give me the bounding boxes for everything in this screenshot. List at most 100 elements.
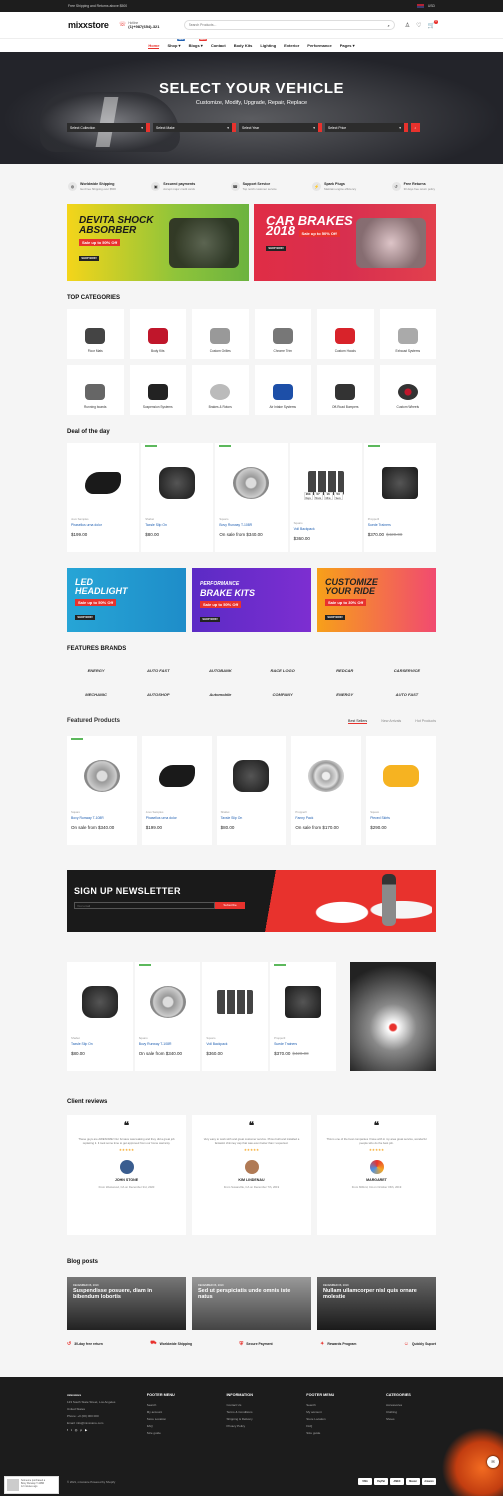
post-title[interactable]: Suspendisse posuere, diam in bibendum lo…: [73, 1288, 176, 1300]
product-card[interactable]: Jovo Samples Phasellus urna dolor $199.00: [141, 736, 212, 845]
shock-absorber-banner[interactable]: DEVITA SHOCK ABSORBER Sale up to 50% Off SH…: [67, 204, 249, 281]
car-brakes-banner[interactable]: CAR BRAKES 2018 Sale up to 50% Off SHOP NO…: [254, 204, 436, 281]
brand-logo[interactable]: AUTOBANK: [191, 662, 249, 678]
product-card[interactable]: Propperll Fanny Pack On sale from $170.00: [291, 736, 362, 845]
footer-link[interactable]: Size guide: [147, 1431, 217, 1435]
product-name[interactable]: Suede Trainers: [274, 1042, 332, 1046]
footer-link[interactable]: Size guide: [306, 1431, 376, 1435]
vehicle-search-button[interactable]: ⌕: [411, 123, 420, 132]
subscribe-button[interactable]: Subscribe: [215, 902, 245, 909]
footer-link[interactable]: Accessories: [386, 1403, 436, 1407]
shop-now-button[interactable]: SHOP NOW!: [79, 256, 99, 261]
flag-icon[interactable]: [416, 4, 424, 8]
brand-logo[interactable]: AUTO FAST: [378, 686, 436, 702]
shop-now-button[interactable]: SHOP NOW!: [325, 615, 345, 620]
product-card[interactable]: Shabet Taxsle Slip On $80.00: [67, 962, 133, 1071]
product-name[interactable]: Phasellus urna dolor: [71, 523, 135, 527]
product-name[interactable]: Suede Trainers: [368, 523, 432, 527]
product-card[interactable]: Propperll Suede Trainers $370.00 $420.00: [363, 443, 436, 552]
footer-link[interactable]: Clothing: [386, 1410, 436, 1414]
shop-now-button[interactable]: SHOP NOW!: [266, 246, 286, 251]
footer-link[interactable]: Store Location: [306, 1417, 376, 1421]
footer-link[interactable]: FAQ: [147, 1424, 217, 1428]
product-card[interactable]: Squaro Bovy Runway T-108R On sale from $34…: [67, 736, 137, 845]
select-year[interactable]: Select Year ▾: [239, 123, 322, 132]
product-name[interactable]: Fanny Pack: [295, 816, 357, 820]
currency-selector[interactable]: USD: [428, 4, 435, 8]
twitter-icon[interactable]: t: [71, 1428, 72, 1432]
user-icon[interactable]: ♙: [405, 22, 410, 29]
youtube-icon[interactable]: ▶: [85, 1428, 87, 1432]
footer-link[interactable]: Terms & Conditions: [227, 1410, 297, 1414]
customize-ride-banner[interactable]: CUSTOMIZE YOUR RIDE Sale up to 30% Off SHOP…: [317, 568, 436, 632]
nav-shop[interactable]: Shop ▾ NEW: [167, 39, 185, 48]
hotline-number[interactable]: (1)+987(654)-321: [128, 24, 159, 29]
product-card[interactable]: Squaro Bovy Runway T-108R On sale from $34…: [215, 443, 288, 552]
category-card[interactable]: Custom Wheels: [379, 365, 436, 415]
category-card[interactable]: Body Kits: [129, 309, 186, 359]
nav-exterior[interactable]: Exterior: [284, 43, 299, 48]
nav-pages[interactable]: Pages ▾: [340, 43, 355, 48]
select-make[interactable]: Select Make ▾: [153, 123, 236, 132]
pinterest-icon[interactable]: p: [80, 1428, 82, 1432]
brand-logo[interactable]: COMPANY: [254, 686, 312, 702]
facebook-icon[interactable]: f: [67, 1428, 68, 1432]
blog-post[interactable]: DECEMBER 06, 2019 Nullam ullamcorper nisl…: [317, 1277, 436, 1330]
category-card[interactable]: Suspension Systems: [129, 365, 186, 415]
footer-link[interactable]: Search: [147, 1403, 217, 1407]
shop-now-button[interactable]: SHOP NOW!: [200, 617, 220, 622]
footer-link[interactable]: My account: [306, 1410, 376, 1414]
post-title[interactable]: Nullam ullamcorper nisl quis ornare mole…: [323, 1288, 426, 1300]
footer-link[interactable]: Shipping & Delivery: [227, 1417, 297, 1421]
product-card[interactable]: Shabet Taxsle Slip On $80.00: [216, 736, 287, 845]
led-headlight-banner[interactable]: LED HEADLIGHT Sale up to 50% Off SHOP NOW!: [67, 568, 186, 632]
recent-purchase-popup[interactable]: Someone purchased a Bovy Runway T-108R 12 …: [4, 1476, 59, 1494]
product-name[interactable]: Bovy Runway T-108R: [71, 816, 133, 820]
nav-contact[interactable]: Contact: [211, 43, 226, 48]
select-collection[interactable]: Select Collection ▾: [67, 123, 150, 132]
brand-logo[interactable]: RACE LOGO: [254, 662, 312, 678]
brand-logo[interactable]: ENERGY: [316, 686, 374, 702]
product-name[interactable]: Taxsle Slip On: [221, 816, 283, 820]
tab-new-arrivals[interactable]: New Arrivals: [381, 719, 401, 724]
footer-link[interactable]: FAQ: [306, 1424, 376, 1428]
category-card[interactable]: Off-Road Bumpers: [317, 365, 374, 415]
product-card[interactable]: Squaro Voll Backpack $360.00: [202, 962, 269, 1071]
product-card[interactable]: 263 Days 07 Hours 16 Mins 53 Secs Squaro Voll…: [289, 443, 362, 552]
post-title[interactable]: Sed ut perspiciatis unde omnis iste natu…: [198, 1288, 301, 1300]
product-card[interactable]: Propperll Suede Trainers $370.00 $420.00: [270, 962, 336, 1071]
footer-link[interactable]: My account: [147, 1410, 217, 1414]
category-card[interactable]: Custom Hoods: [317, 309, 374, 359]
product-card[interactable]: Shabet Taxsle Slip On $80.00: [141, 443, 214, 552]
product-card[interactable]: Jovo Samples Phasellus urna dolor $199.00: [67, 443, 140, 552]
footer-link[interactable]: Privacy Policy: [227, 1424, 297, 1428]
brand-logo[interactable]: ENERGY: [67, 662, 125, 678]
category-card[interactable]: Running boards: [67, 365, 124, 415]
nav-blogs[interactable]: Blogs ▾ SALE: [189, 39, 207, 48]
brand-logo[interactable]: Automobile: [191, 686, 249, 702]
category-card[interactable]: Exhaust Systems: [379, 309, 436, 359]
product-name[interactable]: Phasellus urna dolor: [146, 816, 208, 820]
select-price[interactable]: Select Price ▾: [325, 123, 408, 132]
brand-logo[interactable]: AUTO FAST: [129, 662, 187, 678]
brand-logo[interactable]: REDCAR: [316, 662, 374, 678]
nav-home[interactable]: Home: [148, 43, 160, 49]
footer-link[interactable]: Store Location: [147, 1417, 217, 1421]
footer-link[interactable]: Contact Us: [227, 1403, 297, 1407]
footer-link[interactable]: Search: [306, 1403, 376, 1407]
nav-body-kits[interactable]: Body Kits: [234, 43, 253, 48]
wishlist-icon[interactable]: ♡: [416, 22, 421, 29]
car-promo-image[interactable]: [349, 962, 436, 1071]
chat-icon[interactable]: ✉: [487, 1456, 499, 1468]
email-input[interactable]: [77, 903, 212, 908]
product-name[interactable]: Pieced Skirts: [370, 816, 432, 820]
product-name[interactable]: Taxsle Slip On: [71, 1042, 129, 1046]
nav-performance[interactable]: Performance: [307, 43, 331, 48]
tab-best-sellers[interactable]: Best Sellers: [348, 719, 368, 724]
product-name[interactable]: Taxsle Slip On: [145, 523, 209, 527]
shop-now-button[interactable]: SHOP NOW!: [75, 615, 95, 620]
footer-link[interactable]: Shoes: [386, 1417, 436, 1421]
product-name[interactable]: Voll Backpack: [206, 1042, 264, 1046]
product-name[interactable]: Voll Backpack: [294, 527, 358, 531]
product-name[interactable]: Bovy Runway T-108R: [219, 523, 283, 527]
